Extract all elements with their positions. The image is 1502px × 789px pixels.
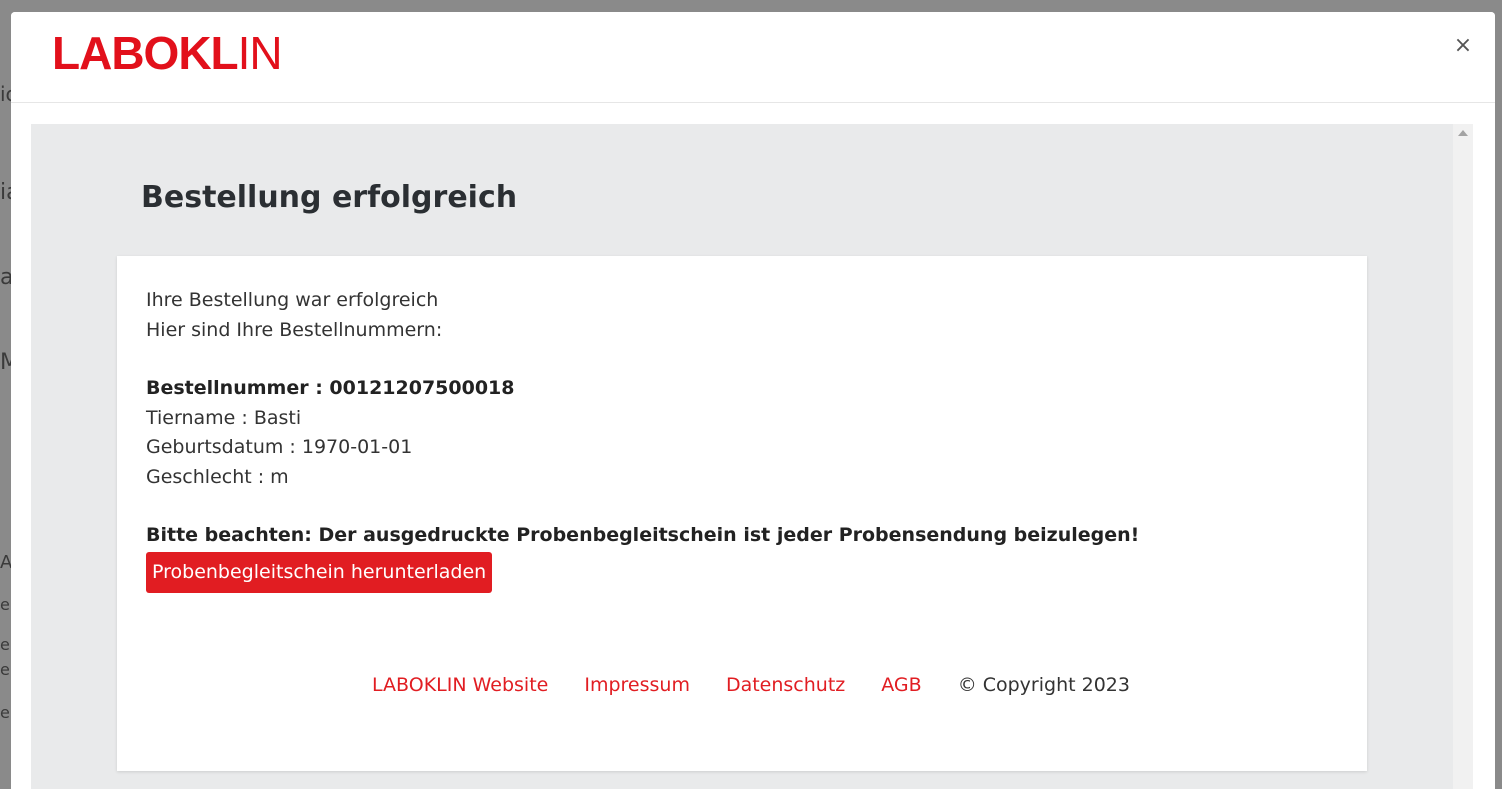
confirmation-content: Ihre Bestellung war erfolgreich Hier sin… bbox=[146, 286, 1139, 593]
intro-text: Ihre Bestellung war erfolgreich bbox=[146, 289, 439, 311]
logo-text-thin: IN bbox=[237, 27, 283, 79]
footer: LABOKLIN Website Impressum Datenschutz AGB ©… bbox=[117, 674, 1367, 696]
background-text: e bbox=[0, 660, 10, 679]
scrollbar[interactable] bbox=[1453, 124, 1473, 789]
logo-text-bold: LABOKL bbox=[52, 27, 239, 79]
copyright-text: © Copyright 2023 bbox=[957, 674, 1130, 696]
footer-link-impressum[interactable]: Impressum bbox=[584, 674, 690, 696]
scroll-up-icon[interactable] bbox=[1458, 130, 1468, 136]
order-success-modal: LABOKLIN × Bestellung erfolgreich Ihre B… bbox=[11, 12, 1495, 789]
laboklin-logo: LABOKLIN bbox=[52, 27, 283, 79]
pet-name: Tiername : Basti bbox=[146, 406, 302, 429]
background-text: e bbox=[0, 703, 10, 722]
sex: Geschlecht : m bbox=[146, 465, 289, 488]
page-title: Bestellung erfolgreich bbox=[141, 180, 518, 215]
birth-date: Geburtsdatum : 1970-01-01 bbox=[146, 436, 413, 458]
modal-body[interactable]: Bestellung erfolgreich Ihre Bestellung w… bbox=[31, 124, 1473, 789]
notice-text: Bitte beachten: Der ausgedruckte Probenb… bbox=[146, 524, 1140, 546]
download-form-button[interactable]: Probenbegleitschein herunterladen bbox=[146, 551, 493, 593]
background-text: e bbox=[0, 595, 10, 614]
background-text: e bbox=[0, 635, 10, 654]
footer-link-datenschutz[interactable]: Datenschutz bbox=[726, 674, 845, 696]
intro-text: Hier sind Ihre Bestellnummern: bbox=[146, 318, 443, 341]
confirmation-card: Ihre Bestellung war erfolgreich Hier sin… bbox=[117, 256, 1367, 771]
order-number: Bestellnummer : 00121207500018 bbox=[146, 377, 515, 399]
footer-link-website[interactable]: LABOKLIN Website bbox=[372, 674, 548, 696]
modal-header: LABOKLIN × bbox=[11, 12, 1495, 103]
close-icon: × bbox=[1453, 33, 1473, 58]
close-button[interactable]: × bbox=[1451, 34, 1475, 58]
footer-link-agb[interactable]: AGB bbox=[881, 674, 921, 696]
